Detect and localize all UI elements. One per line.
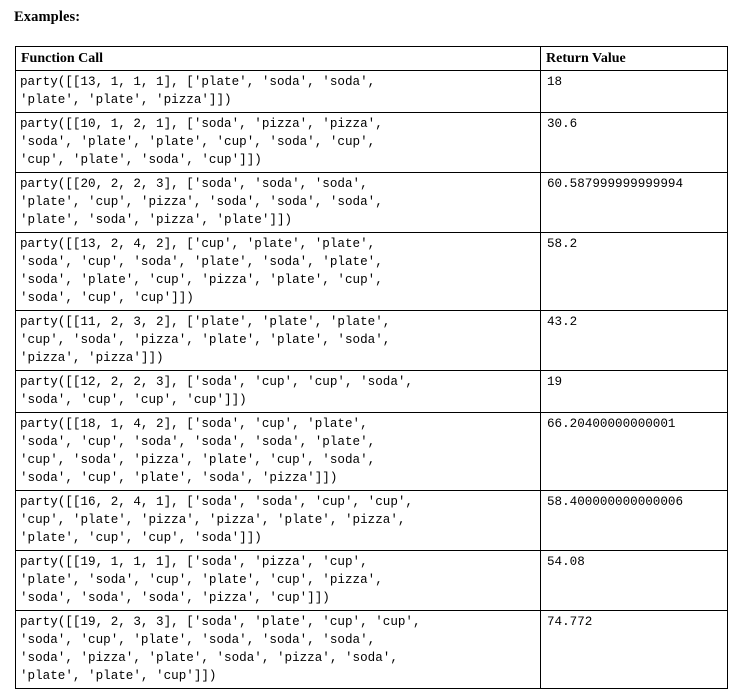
table-body: party([[13, 1, 1, 1], ['plate', 'soda', …	[15, 70, 728, 689]
table-row: party([[16, 2, 4, 1], ['soda', 'soda', '…	[15, 490, 728, 551]
code-line: 'plate', 'plate', 'pizza']])	[20, 93, 232, 107]
code-line: party([[19, 1, 1, 1], ['soda', 'pizza', …	[20, 555, 368, 569]
table-row: party([[19, 2, 3, 3], ['soda', 'plate', …	[15, 610, 728, 689]
code-line: 'cup', 'plate', 'soda', 'cup']])	[20, 153, 262, 167]
code-line: 'plate', 'soda', 'pizza', 'plate']])	[20, 213, 293, 227]
code-line: party([[10, 1, 2, 1], ['soda', 'pizza', …	[20, 117, 383, 131]
cell-return-value: 58.400000000000006	[540, 490, 728, 551]
code-line: 'soda', 'cup', 'soda', 'soda', 'soda', '…	[20, 435, 376, 449]
cell-return-value: 58.2	[540, 232, 728, 311]
table-row: party([[10, 1, 2, 1], ['soda', 'pizza', …	[15, 112, 728, 173]
code-line: party([[19, 2, 3, 3], ['soda', 'plate', …	[20, 615, 421, 629]
code-line: 'plate', 'soda', 'cup', 'plate', 'cup', …	[20, 573, 383, 587]
code-line: party([[20, 2, 2, 3], ['soda', 'soda', '…	[20, 177, 368, 191]
cell-function-call: party([[13, 1, 1, 1], ['plate', 'soda', …	[15, 70, 541, 113]
code-line: 'cup', 'plate', 'pizza', 'pizza', 'plate…	[20, 513, 406, 527]
code-line: 'soda', 'plate', 'cup', 'pizza', 'plate'…	[20, 273, 383, 287]
table-row: party([[12, 2, 2, 3], ['soda', 'cup', 'c…	[15, 370, 728, 413]
code-line: 'cup', 'soda', 'pizza', 'plate', 'plate'…	[20, 333, 391, 347]
code-line: party([[18, 1, 4, 2], ['soda', 'cup', 'p…	[20, 417, 368, 431]
cell-return-value: 30.6	[540, 112, 728, 173]
code-line: 'pizza', 'pizza']])	[20, 351, 164, 365]
column-header-function-call: Function Call	[15, 46, 541, 71]
code-line: party([[12, 2, 2, 3], ['soda', 'cup', 'c…	[20, 375, 413, 389]
cell-function-call: party([[16, 2, 4, 1], ['soda', 'soda', '…	[15, 490, 541, 551]
cell-return-value: 66.20400000000001	[540, 412, 728, 491]
code-line: 'soda', 'cup', 'cup', 'cup']])	[20, 393, 247, 407]
cell-function-call: party([[11, 2, 3, 2], ['plate', 'plate',…	[15, 310, 541, 371]
code-line: party([[13, 2, 4, 2], ['cup', 'plate', '…	[20, 237, 376, 251]
cell-function-call: party([[20, 2, 2, 3], ['soda', 'soda', '…	[15, 172, 541, 233]
table-header-row: Function Call Return Value	[15, 46, 728, 71]
code-line: 'cup', 'soda', 'pizza', 'plate', 'cup', …	[20, 453, 376, 467]
table-row: party([[19, 1, 1, 1], ['soda', 'pizza', …	[15, 550, 728, 611]
cell-return-value: 54.08	[540, 550, 728, 611]
cell-function-call: party([[18, 1, 4, 2], ['soda', 'cup', 'p…	[15, 412, 541, 491]
code-line: party([[16, 2, 4, 1], ['soda', 'soda', '…	[20, 495, 413, 509]
cell-return-value: 18	[540, 70, 728, 113]
table-row: party([[18, 1, 4, 2], ['soda', 'cup', 'p…	[15, 412, 728, 491]
code-line: party([[11, 2, 3, 2], ['plate', 'plate',…	[20, 315, 391, 329]
page-title: Examples:	[14, 9, 81, 25]
code-line: 'soda', 'soda', 'soda', 'pizza', 'cup']]…	[20, 591, 330, 605]
table-row: party([[20, 2, 2, 3], ['soda', 'soda', '…	[15, 172, 728, 233]
table-row: party([[11, 2, 3, 2], ['plate', 'plate',…	[15, 310, 728, 371]
cell-function-call: party([[10, 1, 2, 1], ['soda', 'pizza', …	[15, 112, 541, 173]
table-row: party([[13, 1, 1, 1], ['plate', 'soda', …	[15, 70, 728, 113]
cell-function-call: party([[19, 2, 3, 3], ['soda', 'plate', …	[15, 610, 541, 689]
examples-table: Function Call Return Value party([[13, 1…	[15, 46, 728, 689]
code-line: 'soda', 'plate', 'plate', 'cup', 'soda',…	[20, 135, 376, 149]
cell-return-value: 60.587999999999994	[540, 172, 728, 233]
table-row: party([[13, 2, 4, 2], ['cup', 'plate', '…	[15, 232, 728, 311]
code-line: party([[13, 1, 1, 1], ['plate', 'soda', …	[20, 75, 376, 89]
cell-return-value: 19	[540, 370, 728, 413]
examples-page: Examples: Function Call Return Value par…	[0, 0, 753, 695]
cell-function-call: party([[19, 1, 1, 1], ['soda', 'pizza', …	[15, 550, 541, 611]
code-line: 'soda', 'cup', 'cup']])	[20, 291, 194, 305]
cell-return-value: 74.772	[540, 610, 728, 689]
code-line: 'soda', 'cup', 'plate', 'soda', 'soda', …	[20, 633, 376, 647]
table-header: Function Call Return Value	[15, 46, 728, 71]
cell-return-value: 43.2	[540, 310, 728, 371]
code-line: 'plate', 'cup', 'pizza', 'soda', 'soda',…	[20, 195, 383, 209]
column-header-return-value: Return Value	[540, 46, 728, 71]
code-line: 'plate', 'plate', 'cup']])	[20, 669, 217, 683]
code-line: 'soda', 'cup', 'soda', 'plate', 'soda', …	[20, 255, 383, 269]
cell-function-call: party([[12, 2, 2, 3], ['soda', 'cup', 'c…	[15, 370, 541, 413]
cell-function-call: party([[13, 2, 4, 2], ['cup', 'plate', '…	[15, 232, 541, 311]
code-line: 'plate', 'cup', 'cup', 'soda']])	[20, 531, 262, 545]
code-line: 'soda', 'pizza', 'plate', 'soda', 'pizza…	[20, 651, 398, 665]
code-line: 'soda', 'cup', 'plate', 'soda', 'pizza']…	[20, 471, 338, 485]
